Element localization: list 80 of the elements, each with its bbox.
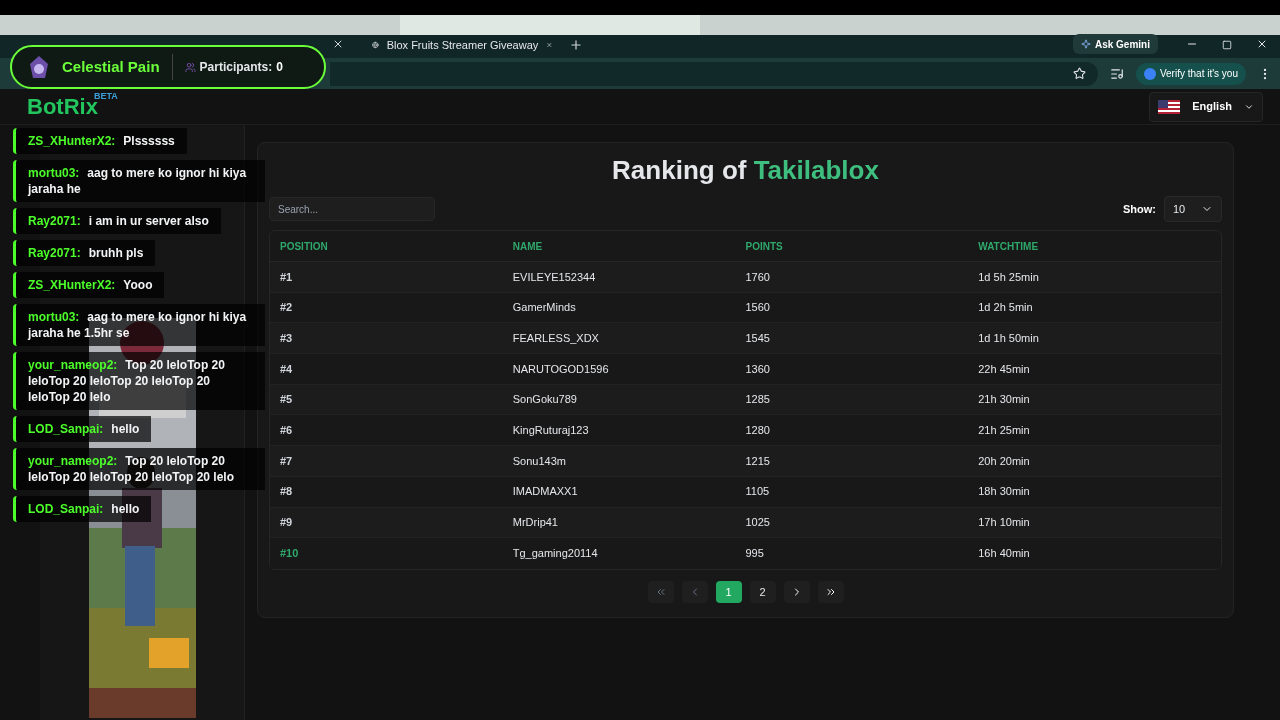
last-page-button[interactable]: [817, 580, 844, 603]
points-cell-text: 1280: [745, 423, 771, 439]
chat-message: mortu03: aag to mere ko ignor hi kiya jaraha he: [13, 160, 265, 202]
name-cell-text: FEARLESS_XDX: [512, 330, 600, 346]
tab-title: Blox Fruits Streamer Giveaway: [386, 37, 539, 53]
points-cell-text: 1360: [745, 361, 771, 377]
chat-message: ZS_XHunterX2: Plssssss: [13, 128, 187, 154]
watchtime-cell-text: 1d 5h 25min: [978, 269, 1040, 285]
chat-message: ZS_XHunterX2: Yooo: [13, 272, 165, 298]
chat-message: your_nameop2: Top 20 leloTop 20 leloTop 20 leloTop 20 leloTop 20 leloTop 20 lelo: [13, 352, 265, 410]
watchtime-cell-text: 21h 25min: [978, 423, 1031, 439]
points-cell-text: 1545: [745, 330, 771, 346]
position-cell-text: #1: [280, 269, 294, 285]
column-header: NAME: [512, 239, 544, 254]
show-label: Show:: [1123, 201, 1156, 217]
watchtime-cell-text: 20h 20min: [978, 453, 1031, 469]
sparkle-icon: [1080, 39, 1091, 49]
points-cell-text: 995: [745, 546, 765, 562]
giveaway-title: Celestial Pain: [62, 56, 160, 77]
points-cell-text: 1105: [745, 484, 771, 500]
watchtime-cell-text: 22h 45min: [978, 361, 1031, 377]
points-cell-text: 1215: [745, 453, 771, 469]
restore-icon[interactable]: [1222, 40, 1232, 50]
position-cell-text: #7: [280, 453, 294, 469]
people-icon: [184, 61, 196, 73]
new-tab-icon[interactable]: [569, 38, 583, 52]
chat-message: LOD_Sanpai: hello: [13, 496, 152, 522]
name-cell-text: MrDrip41: [512, 515, 559, 531]
chat-message: Ray2071: bruhh pls: [13, 240, 156, 266]
points-cell-text: 1760: [745, 269, 771, 285]
name-cell-text: NARUTOGOD1596: [512, 361, 610, 377]
verify-button[interactable]: Verify that it's you: [1135, 62, 1246, 85]
name-cell-text: IMADMAXX1: [512, 484, 579, 500]
name-cell-text: KingRuturaj123: [512, 423, 590, 439]
points-cell-text: 1025: [745, 515, 771, 531]
position-cell-text: #8: [280, 484, 294, 500]
column-header: POINTS: [745, 239, 784, 254]
position-cell-text: #10: [280, 546, 300, 562]
column-header: WATCHTIME: [978, 239, 1040, 254]
star-icon[interactable]: [1072, 67, 1086, 80]
points-cell-text: 1560: [745, 300, 771, 316]
watchtime-cell-text: 1d 1h 50min: [978, 330, 1040, 346]
close-icon[interactable]: [1256, 38, 1268, 50]
globe-icon: [372, 39, 379, 51]
name-cell-text: EVILEYE152344: [512, 269, 597, 285]
watchtime-cell-text: 17h 10min: [978, 515, 1031, 531]
ranking-title: Ranking of Takilablox: [612, 154, 879, 187]
page-button[interactable]: 2: [749, 580, 776, 603]
watchtime-cell-text: 1d 2h 5min: [978, 300, 1034, 316]
flag-icon: [1158, 99, 1181, 114]
name-cell-text: GamerMinds: [512, 300, 577, 316]
position-cell-text: #9: [280, 515, 294, 531]
position-cell-text: #6: [280, 423, 294, 439]
playlist-icon[interactable]: [1109, 66, 1124, 81]
participants-label: Participants:: [199, 59, 273, 76]
chat-message: LOD_Sanpai: hello: [13, 416, 152, 442]
url-field[interactable]: [330, 61, 1098, 86]
chat-message: Ray2071: i am in ur server also: [13, 208, 221, 234]
column-header: POSITION: [280, 239, 329, 254]
browser-tab[interactable]: Blox Fruits Streamer Giveaway: [360, 32, 565, 58]
participants-count: 0: [276, 59, 283, 76]
chat-message: your_nameop2: Top 20 leloTop 20 leloTop 20 leloTop 20 leloTop 20 lelo: [13, 448, 265, 490]
close-icon[interactable]: [332, 38, 344, 50]
language-select[interactable]: English: [1149, 91, 1263, 122]
points-cell-text: 1285: [745, 392, 771, 408]
ask-button[interactable]: Ask Gemini: [1072, 34, 1158, 54]
position-cell-text: #4: [280, 361, 294, 377]
watchtime-cell-text: 21h 30min: [978, 392, 1031, 408]
show-select[interactable]: 10: [1164, 196, 1222, 222]
watchtime-cell-text: 18h 30min: [978, 484, 1031, 500]
name-cell-text: Tg_gaming20114: [512, 546, 599, 562]
watchtime-cell-text: 16h 40min: [978, 546, 1031, 562]
name-cell-text: SonGoku789: [512, 392, 578, 408]
position-cell-text: #3: [280, 330, 294, 346]
position-cell-text: #2: [280, 300, 294, 316]
search-field[interactable]: Search...: [269, 197, 435, 221]
chat-message: mortu03: aag to mere ko ignor hi kiya jaraha he 1.5hr se: [13, 304, 265, 346]
position-cell-text: #5: [280, 392, 294, 408]
name-cell-text: Sonu143m: [512, 453, 567, 469]
beta-label: BETA: [93, 90, 118, 101]
